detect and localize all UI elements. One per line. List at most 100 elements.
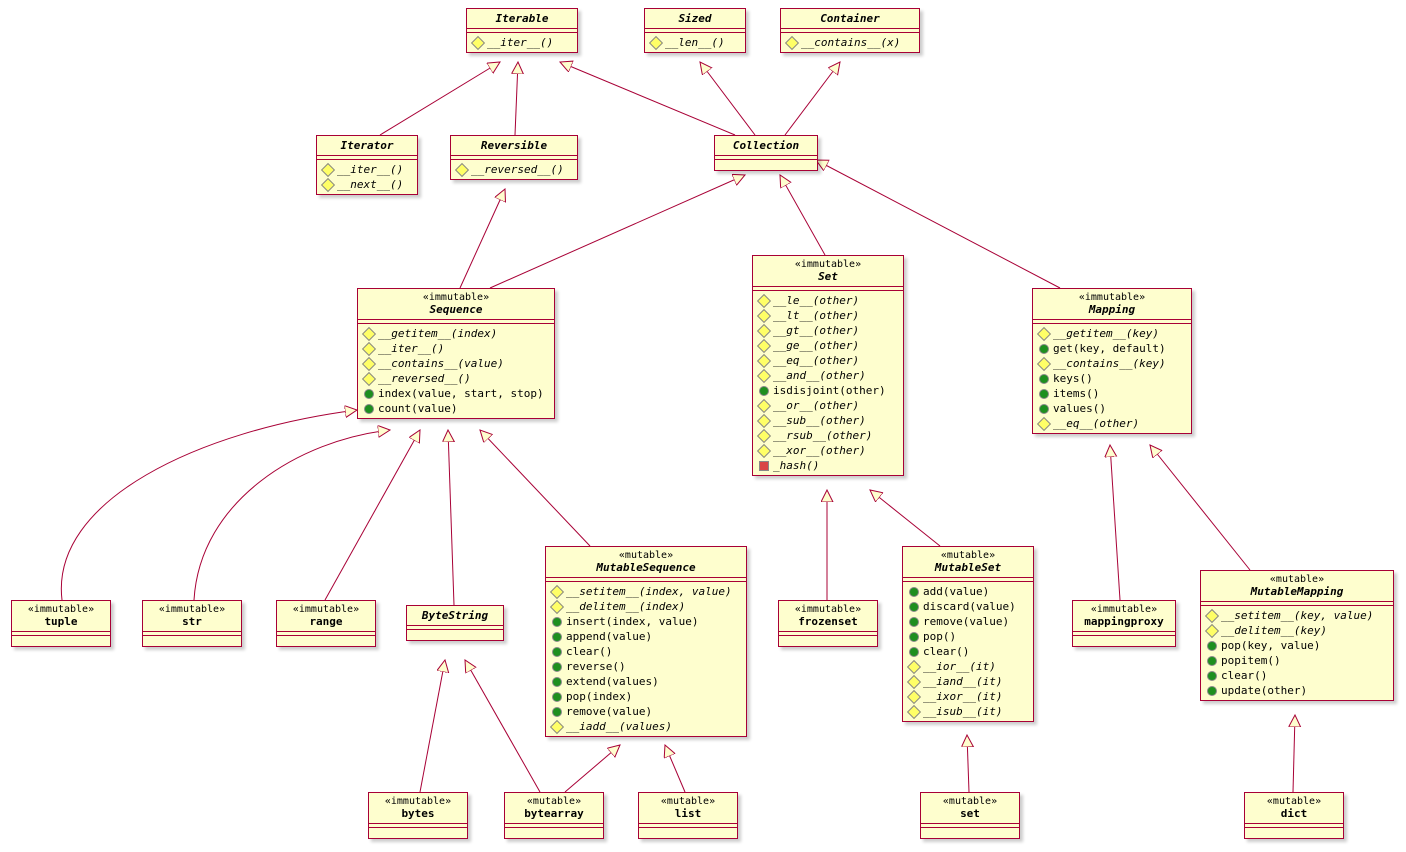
inheritance-edge	[785, 62, 840, 135]
class-name: range	[285, 615, 367, 628]
class-header: Iterator	[317, 136, 417, 156]
method: _hash()	[759, 458, 897, 473]
method-signature: popitem()	[1221, 654, 1281, 667]
abs-icon	[907, 675, 921, 689]
con-icon	[1207, 656, 1217, 666]
method: discard(value)	[909, 599, 1027, 614]
method: __isub__(it)	[909, 704, 1027, 719]
method-signature: remove(value)	[566, 705, 652, 718]
method: __reversed__()	[364, 371, 548, 386]
class-header: «immutable»bytes	[369, 793, 467, 824]
method-signature: remove(value)	[923, 615, 1009, 628]
class-dict: «mutable»dict	[1244, 792, 1344, 839]
abs-icon	[757, 339, 771, 353]
abs-icon	[907, 690, 921, 704]
method: __or__(other)	[759, 398, 897, 413]
method: __gt__(other)	[759, 323, 897, 338]
class-header: «mutable»dict	[1245, 793, 1343, 824]
method: __reversed__()	[457, 162, 571, 177]
method: __iter__()	[473, 35, 571, 50]
class-name: bytes	[377, 807, 459, 820]
con-icon	[1039, 374, 1049, 384]
class-header: «immutable»mappingproxy	[1073, 601, 1175, 632]
abs-icon	[362, 357, 376, 371]
abs-icon	[471, 36, 485, 50]
class-body: __getitem__(key)get(key, default)__conta…	[1033, 324, 1191, 433]
abs-icon	[1037, 357, 1051, 371]
method-signature: __and__(other)	[773, 369, 866, 382]
stereotype: «mutable»	[911, 550, 1025, 561]
method-signature: _hash()	[773, 459, 819, 472]
class-ByteString: ByteString	[406, 605, 504, 641]
abs-icon	[455, 163, 469, 177]
stereotype: «mutable»	[554, 550, 738, 561]
method: __iand__(it)	[909, 674, 1027, 689]
class-header: «mutable»set	[921, 793, 1019, 824]
inheritance-edge	[565, 745, 620, 792]
con-icon	[759, 386, 769, 396]
class-header: «immutable»range	[277, 601, 375, 632]
inheritance-edge	[780, 175, 825, 255]
con-icon	[909, 647, 919, 657]
class-header: «mutable»list	[639, 793, 737, 824]
class-header: «mutable»bytearray	[505, 793, 603, 824]
class-header: «immutable»frozenset	[779, 601, 877, 632]
method: append(value)	[552, 629, 740, 644]
inheritance-edge	[380, 62, 500, 135]
method: clear()	[1207, 668, 1387, 683]
method: update(other)	[1207, 683, 1387, 698]
inheritance-edge	[325, 430, 420, 600]
class-Set: «immutable»Set__le__(other)__lt__(other)…	[752, 255, 904, 476]
stereotype: «mutable»	[1209, 574, 1385, 585]
method-signature: __getitem__(index)	[378, 327, 497, 340]
stereotype: «immutable»	[366, 292, 546, 303]
stereotype: «immutable»	[151, 604, 233, 615]
con-icon	[909, 632, 919, 642]
method-signature: __len__()	[665, 36, 725, 49]
method-signature: __rsub__(other)	[773, 429, 872, 442]
class-name: Iterator	[325, 139, 409, 152]
abs-icon	[757, 324, 771, 338]
stereotype: «immutable»	[787, 604, 869, 615]
inheritance-edge	[448, 430, 454, 605]
method: __eq__(other)	[759, 353, 897, 368]
pri-icon	[759, 461, 769, 471]
method: count(value)	[364, 401, 548, 416]
class-name: ByteString	[415, 609, 495, 622]
method-signature: __getitem__(key)	[1053, 327, 1159, 340]
abs-icon	[362, 372, 376, 386]
class-Container: Container__contains__(x)	[780, 8, 920, 53]
class-body	[1073, 636, 1175, 646]
inheritance-edge	[967, 735, 969, 792]
class-body	[921, 828, 1019, 838]
method: __lt__(other)	[759, 308, 897, 323]
abs-icon	[785, 36, 799, 50]
class-body	[715, 160, 817, 170]
method-signature: append(value)	[566, 630, 652, 643]
method-signature: reverse()	[566, 660, 626, 673]
class-body: __getitem__(index)__iter__()__contains__…	[358, 324, 554, 418]
method: __iter__()	[364, 341, 548, 356]
abs-icon	[907, 705, 921, 719]
con-icon	[1039, 404, 1049, 414]
method-signature: __ge__(other)	[773, 339, 859, 352]
class-name: frozenset	[787, 615, 869, 628]
method-signature: keys()	[1053, 372, 1093, 385]
method: __ge__(other)	[759, 338, 897, 353]
inheritance-edge	[1150, 445, 1250, 570]
class-list: «mutable»list	[638, 792, 738, 839]
stereotype: «immutable»	[1081, 604, 1167, 615]
class-Collection: Collection	[714, 135, 818, 171]
stereotype: «mutable»	[1253, 796, 1335, 807]
inheritance-edge	[870, 490, 940, 546]
stereotype: «immutable»	[1041, 292, 1183, 303]
con-icon	[552, 647, 562, 657]
class-body: add(value)discard(value)remove(value)pop…	[903, 582, 1033, 721]
con-icon	[552, 617, 562, 627]
method: values()	[1039, 401, 1185, 416]
abs-icon	[1205, 609, 1219, 623]
method: __next__()	[323, 177, 411, 192]
method: remove(value)	[909, 614, 1027, 629]
abs-icon	[757, 429, 771, 443]
class-bytearray: «mutable»bytearray	[504, 792, 604, 839]
